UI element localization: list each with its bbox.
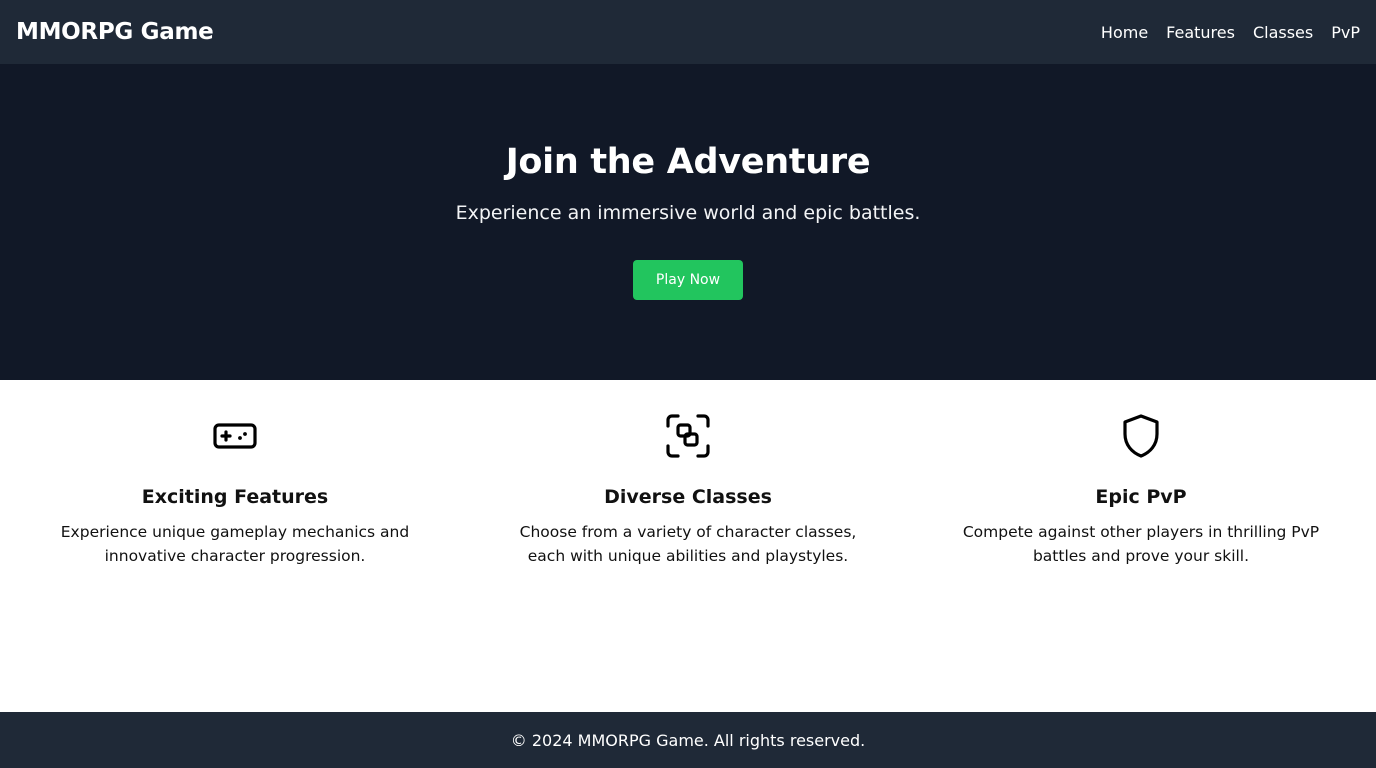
feature-title: Exciting Features <box>141 486 329 508</box>
nav-link-home[interactable]: Home <box>1101 23 1148 42</box>
gamepad-icon <box>213 423 257 449</box>
feature-text: Compete against other players in thrilli… <box>962 523 1320 565</box>
copyright-text: © 2024 MMORPG Game. All rights reserved. <box>510 730 866 750</box>
features-section: Exciting Features Experience unique game… <box>0 380 1376 712</box>
feature-text: Choose from a variety of character class… <box>519 523 857 565</box>
feature-card-classes: Diverse Classes Choose from a variety of… <box>488 412 888 568</box>
site-header: MMORPG Game Home Features Classes PvP <box>0 0 1376 64</box>
nav-link-features[interactable]: Features <box>1166 23 1235 42</box>
feature-card-pvp: Epic PvP Compete against other players i… <box>941 412 1341 568</box>
feature-title: Epic PvP <box>1095 486 1187 508</box>
shield-icon <box>1123 414 1159 458</box>
hero-subtitle: Experience an immersive world and epic b… <box>455 202 921 224</box>
main-nav: Home Features Classes PvP <box>1101 23 1360 42</box>
brand-logo[interactable]: MMORPG Game <box>16 19 214 45</box>
nav-link-pvp[interactable]: PvP <box>1331 23 1360 42</box>
feature-text: Experience unique gameplay mechanics and… <box>60 523 410 565</box>
page: MMORPG Game Home Features Classes PvP Jo… <box>0 0 1376 768</box>
feature-title: Diverse Classes <box>604 486 772 508</box>
play-now-button[interactable]: Play Now <box>633 260 743 300</box>
nav-link-classes[interactable]: Classes <box>1253 23 1313 42</box>
classes-icon <box>666 414 710 458</box>
feature-card-features: Exciting Features Experience unique game… <box>35 412 435 568</box>
hero-section: Join the Adventure Experience an immersi… <box>0 64 1376 380</box>
hero-title: Join the Adventure <box>505 142 871 182</box>
site-footer: © 2024 MMORPG Game. All rights reserved. <box>0 712 1376 768</box>
